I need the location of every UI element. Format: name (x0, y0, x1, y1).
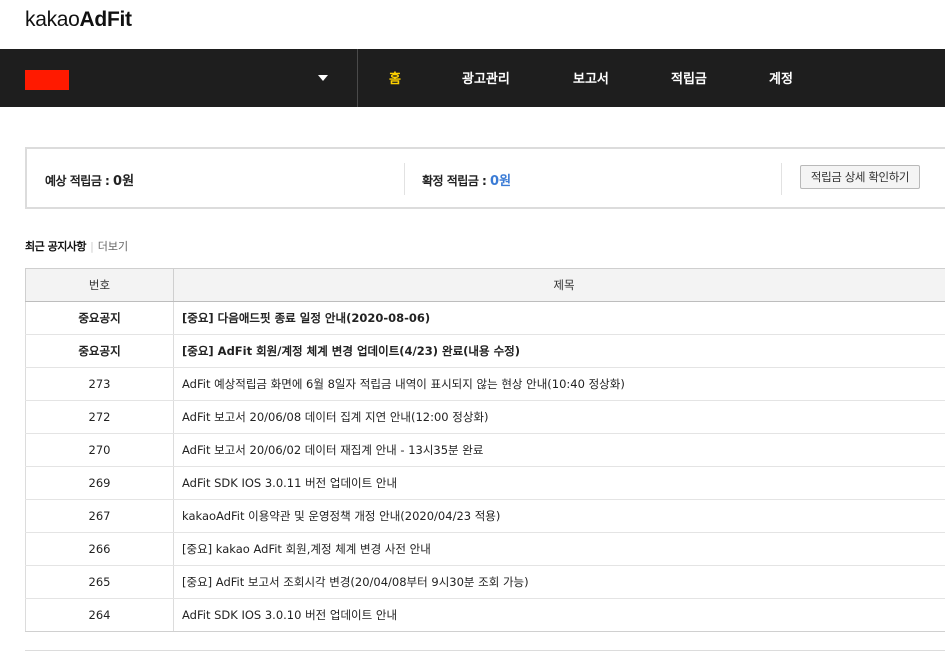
notice-title-cell: AdFit 보고서 20/06/08 데이터 집계 지연 안내(12:00 정상… (173, 400, 945, 434)
table-row[interactable]: 272 AdFit 보고서 20/06/08 데이터 집계 지연 안내(12:0… (25, 400, 945, 434)
notice-number: 269 (25, 466, 174, 500)
expected-earnings-label: 예상 적립금 : (45, 174, 114, 188)
notice-title-link[interactable]: [중요] AdFit 보고서 조회시각 변경(20/04/08부터 9시30분 … (182, 575, 529, 589)
table-row[interactable]: 266 [중요] kakao AdFit 회원,계정 체계 변경 사전 안내 (25, 532, 945, 566)
table-row[interactable]: 270 AdFit 보고서 20/06/02 데이터 재집계 안내 - 13시3… (25, 433, 945, 467)
nav-item-home[interactable]: 홈 (389, 68, 401, 87)
table-row[interactable]: 269 AdFit SDK IOS 3.0.11 버전 업데이트 안내 (25, 466, 945, 500)
notice-number: 중요공지 (25, 334, 174, 368)
notice-title-cell: AdFit SDK IOS 3.0.10 버전 업데이트 안내 (173, 598, 945, 632)
table-row[interactable]: 중요공지 [중요] 다음애드핏 종료 일정 안내(2020-08-06) (25, 301, 945, 335)
table-row[interactable]: 273 AdFit 예상적립금 화면에 6월 8일자 적립금 내역이 표시되지 … (25, 367, 945, 401)
confirmed-earnings: 확정 적립금 : 0원 (422, 170, 511, 189)
nav-item-reports[interactable]: 보고서 (573, 68, 609, 87)
notice-title-cell: kakaoAdFit 이용약관 및 운영정책 개정 안내(2020/04/23 … (173, 499, 945, 533)
notice-number: 265 (25, 565, 174, 599)
notice-title-link[interactable]: AdFit 예상적립금 화면에 6월 8일자 적립금 내역이 표시되지 않는 현… (182, 377, 625, 391)
notice-title-cell: [중요] AdFit 보고서 조회시각 변경(20/04/08부터 9시30분 … (173, 565, 945, 599)
summary-divider (781, 163, 782, 195)
next-section-border (25, 650, 945, 651)
notice-number: 273 (25, 367, 174, 401)
kakao-adfit-logo[interactable]: kakaoAdFit (25, 8, 132, 32)
top-navigation-bar: 홈 광고관리 보고서 적립금 계정 (0, 49, 945, 107)
more-notices-link[interactable]: 더보기 (98, 240, 128, 253)
notice-title-cell: [중요] kakao AdFit 회원,계정 체계 변경 사전 안내 (173, 532, 945, 566)
account-name-redacted[interactable] (25, 70, 69, 90)
notice-title-cell: [중요] 다음애드핏 종료 일정 안내(2020-08-06) (173, 301, 945, 335)
notice-number: 270 (25, 433, 174, 467)
notice-number: 264 (25, 598, 174, 632)
notice-title-link[interactable]: kakaoAdFit 이용약관 및 운영정책 개정 안내(2020/04/23 … (182, 509, 500, 523)
notice-title-link[interactable]: [중요] 다음애드핏 종료 일정 안내(2020-08-06) (182, 311, 430, 325)
notice-title-cell: AdFit 예상적립금 화면에 6월 8일자 적립금 내역이 표시되지 않는 현… (173, 367, 945, 401)
header-separator: | (90, 240, 94, 253)
notice-title-link[interactable]: AdFit SDK IOS 3.0.11 버전 업데이트 안내 (182, 476, 397, 490)
logo-prefix: kakao (25, 8, 80, 31)
nav-item-account[interactable]: 계정 (769, 68, 793, 87)
recent-notices-header: 최근 공지사항 | 더보기 (25, 238, 128, 254)
earnings-summary-panel: 예상 적립금 : 0원 확정 적립금 : 0원 적립금 상세 확인하기 (25, 147, 945, 209)
notices-table: 번호 제목 중요공지 [중요] 다음애드핏 종료 일정 안내(2020-08-0… (25, 268, 945, 632)
table-row[interactable]: 267 kakaoAdFit 이용약관 및 운영정책 개정 안내(2020/04… (25, 499, 945, 533)
nav-divider (357, 49, 358, 107)
table-row[interactable]: 264 AdFit SDK IOS 3.0.10 버전 업데이트 안내 (25, 598, 945, 632)
notice-title-link[interactable]: [중요] AdFit 회원/계정 체계 변경 업데이트(4/23) 완료(내용 … (182, 344, 520, 358)
notice-number: 중요공지 (25, 301, 174, 335)
notice-title-link[interactable]: AdFit 보고서 20/06/02 데이터 재집계 안내 - 13시35분 완… (182, 443, 483, 457)
expected-earnings: 예상 적립금 : 0원 (45, 170, 134, 189)
notice-number: 267 (25, 499, 174, 533)
table-row[interactable]: 265 [중요] AdFit 보고서 조회시각 변경(20/04/08부터 9시… (25, 565, 945, 599)
recent-notices-title: 최근 공지사항 (25, 240, 87, 253)
notice-title-link[interactable]: AdFit SDK IOS 3.0.10 버전 업데이트 안내 (182, 608, 397, 622)
expected-earnings-value: 0원 (113, 174, 135, 189)
confirmed-earnings-value: 0원 (490, 174, 512, 189)
notice-title-cell: [중요] AdFit 회원/계정 체계 변경 업데이트(4/23) 완료(내용 … (173, 334, 945, 368)
notice-title-cell: AdFit 보고서 20/06/02 데이터 재집계 안내 - 13시35분 완… (173, 433, 945, 467)
notice-title-link[interactable]: AdFit 보고서 20/06/08 데이터 집계 지연 안내(12:00 정상… (182, 410, 489, 424)
logo-brand: AdFit (79, 8, 132, 31)
notice-number: 272 (25, 400, 174, 434)
nav-item-ad-management[interactable]: 광고관리 (462, 68, 510, 87)
notice-number: 266 (25, 532, 174, 566)
column-header-number: 번호 (25, 268, 174, 302)
earnings-detail-button[interactable]: 적립금 상세 확인하기 (800, 165, 920, 189)
notice-title-link[interactable]: [중요] kakao AdFit 회원,계정 체계 변경 사전 안내 (182, 542, 431, 556)
table-header-row: 번호 제목 (25, 268, 945, 302)
column-header-title: 제목 (173, 268, 945, 302)
nav-item-earnings[interactable]: 적립금 (671, 68, 707, 87)
chevron-down-icon[interactable] (318, 75, 328, 81)
table-row[interactable]: 중요공지 [중요] AdFit 회원/계정 체계 변경 업데이트(4/23) 완… (25, 334, 945, 368)
confirmed-earnings-label: 확정 적립금 : (422, 174, 491, 188)
summary-divider (404, 163, 405, 195)
notice-title-cell: AdFit SDK IOS 3.0.11 버전 업데이트 안내 (173, 466, 945, 500)
